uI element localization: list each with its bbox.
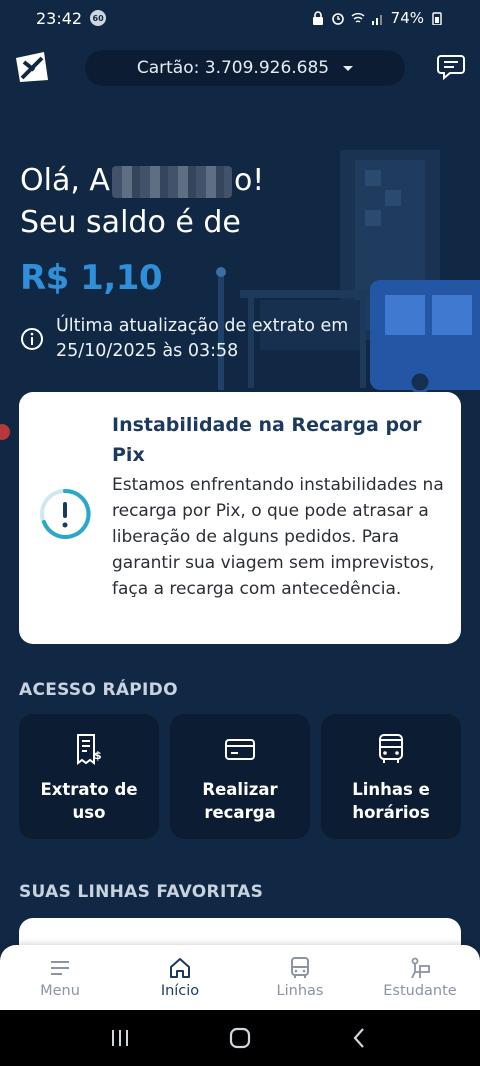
back-icon[interactable]	[347, 1025, 373, 1051]
svg-text:$: $	[94, 749, 102, 762]
alarm-icon	[331, 13, 344, 25]
notice-title: Instabilidade na Recarga por Pix	[112, 414, 422, 466]
greeting-line-2: Seu saldo é de	[20, 205, 241, 240]
greeting-suffix: o!	[233, 163, 265, 198]
status-bar: 23:42 60 74%	[0, 0, 480, 36]
nav-inicio-label: Início	[160, 983, 200, 999]
menu-icon	[51, 961, 69, 975]
alert-loading-icon	[40, 488, 91, 539]
battery-icon	[432, 12, 442, 25]
recent-apps-icon[interactable]	[107, 1025, 133, 1051]
nav-linhas[interactable]: Linhas	[245, 956, 355, 999]
chat-support-icon[interactable]	[436, 52, 466, 82]
bottom-nav: Menu Início Linhas Estudante	[0, 945, 480, 1010]
blurred-name	[111, 165, 232, 198]
nav-inicio[interactable]: Início	[125, 956, 235, 999]
bus-icon	[379, 734, 403, 763]
lock-icon	[312, 11, 323, 25]
nav-linhas-label: Linhas	[276, 983, 324, 999]
receipt-icon: $	[77, 734, 102, 765]
app-header: Cartão: 3.709.926.685	[0, 44, 480, 92]
system-nav-bar	[0, 1010, 480, 1066]
quick-linhas-button[interactable]: Linhas e horários	[321, 714, 461, 839]
card-selector[interactable]: Cartão: 3.709.926.685	[85, 50, 405, 86]
bus-icon	[291, 957, 309, 978]
nav-menu[interactable]: Menu	[5, 956, 115, 999]
quick-extrato-label: Extrato de uso	[40, 780, 138, 822]
wifi-icon	[351, 13, 365, 23]
nav-menu-label: Menu	[40, 983, 80, 999]
last-update-line-2: 25/10/2025 às 03:58	[56, 341, 239, 361]
quick-linhas-label: Linhas e horários	[352, 780, 430, 822]
home-icon	[170, 958, 190, 978]
status-time: 23:42	[36, 8, 83, 28]
home-button-icon[interactable]	[227, 1025, 253, 1051]
card-icon	[225, 739, 255, 760]
last-update-text: Última atualização de extrato em 25/10/2…	[56, 314, 348, 364]
quick-recarga-label: Realizar recarga	[202, 780, 278, 822]
greeting-line-1: Olá, A o!	[20, 160, 264, 202]
app-logo-icon	[16, 52, 48, 82]
greeting: Olá, A o! Seu saldo é de	[20, 160, 264, 244]
signal-icon	[371, 15, 382, 25]
card-number: Cartão: 3.709.926.685	[136, 58, 330, 78]
favorites-title: SUAS LINHAS FAVORITAS	[19, 882, 264, 902]
nav-estudante-label: Estudante	[383, 983, 457, 999]
quick-recarga-button[interactable]: Realizar recarga	[170, 714, 310, 839]
student-icon	[411, 957, 430, 979]
info-icon	[21, 328, 43, 350]
greeting-prefix: Olá, A	[20, 163, 110, 198]
battery-percent: 74%	[390, 9, 424, 27]
quick-access-row: $ Extrato de uso Realizar recarga Linhas…	[19, 714, 461, 839]
notification-badge: 60	[90, 10, 107, 26]
quick-access-title: ACESSO RÁPIDO	[19, 680, 178, 700]
status-left: 23:42 60	[36, 8, 107, 28]
notice-body: Estamos enfrentando instabilidades na re…	[112, 475, 444, 599]
side-indicator-dot	[0, 424, 10, 440]
last-update-info: Última atualização de extrato em 25/10/2…	[20, 314, 348, 364]
chevron-down-icon	[343, 65, 354, 71]
nav-estudante[interactable]: Estudante	[365, 956, 475, 999]
balance-value: R$ 1,10	[20, 258, 163, 298]
quick-extrato-button[interactable]: $ Extrato de uso	[19, 714, 159, 839]
status-right: 74%	[311, 9, 444, 27]
last-update-line-1: Última atualização de extrato em	[56, 316, 349, 336]
notice-card[interactable]: Instabilidade na Recarga por Pix Estamos…	[19, 392, 461, 644]
